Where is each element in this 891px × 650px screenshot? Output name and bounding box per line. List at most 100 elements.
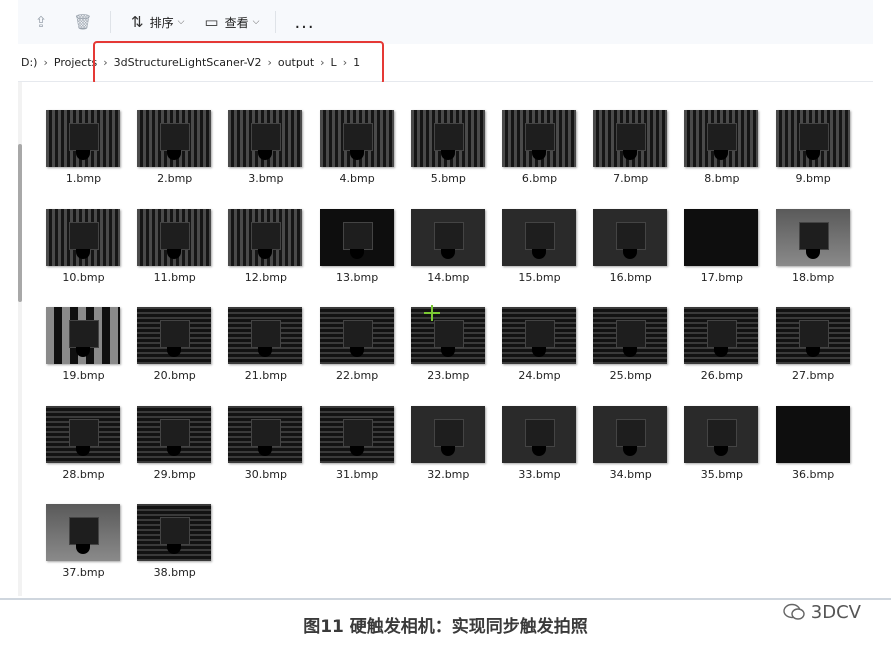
file-thumbnail	[228, 405, 303, 463]
monitor-stand	[623, 445, 638, 456]
file-item[interactable]: 38.bmp	[137, 504, 212, 584]
monitor-panel	[160, 320, 191, 348]
file-item[interactable]: 16.bmp	[593, 208, 668, 289]
file-item[interactable]: 4.bmp	[319, 110, 395, 190]
file-name: 6.bmp	[521, 172, 558, 185]
file-item[interactable]: 31.bmp	[319, 405, 395, 486]
monitor-panel	[616, 320, 647, 348]
file-thumbnail	[775, 110, 850, 167]
file-item[interactable]: 30.bmp	[228, 405, 303, 486]
monitor-stand	[76, 445, 90, 456]
file-item[interactable]: 1.bmp	[46, 110, 121, 190]
sort-button[interactable]: ⇅ 排序 ⌵	[123, 7, 192, 37]
file-item[interactable]: 3.bmp	[228, 110, 303, 190]
file-item[interactable]: 37.bmp	[46, 504, 121, 584]
file-item[interactable]: 28.bmp	[46, 405, 121, 486]
file-name: 25.bmp	[609, 369, 652, 382]
monitor-stand	[167, 544, 182, 554]
monitor-panel	[433, 123, 464, 151]
file-item[interactable]: 5.bmp	[410, 110, 486, 190]
file-name: 26.bmp	[700, 369, 743, 382]
monitor-stand	[623, 248, 638, 259]
scrollbar-thumb[interactable]	[18, 144, 22, 302]
file-item[interactable]: 17.bmp	[684, 208, 759, 289]
file-thumbnail	[684, 208, 759, 266]
monitor-panel	[160, 517, 191, 545]
file-item[interactable]: 20.bmp	[137, 307, 212, 387]
file-item[interactable]: 22.bmp	[319, 307, 395, 387]
file-name: 21.bmp	[244, 369, 287, 382]
file-name: 28.bmp	[62, 467, 105, 481]
file-name: 30.bmp	[244, 467, 287, 481]
file-item[interactable]: 33.bmp	[502, 405, 577, 486]
delete-button[interactable]: 🗑	[64, 7, 102, 37]
file-item[interactable]: 21.bmp	[228, 307, 303, 387]
monitor-stand	[167, 347, 182, 357]
file-thumbnail	[46, 405, 120, 463]
file-thumbnail	[502, 110, 576, 167]
monitor-stand	[623, 150, 638, 160]
file-item[interactable]: 18.bmp	[775, 208, 851, 289]
file-name: 3.bmp	[248, 172, 284, 185]
file-item[interactable]: 36.bmp	[775, 405, 851, 486]
file-item[interactable]: 11.bmp	[137, 208, 212, 289]
file-thumbnail	[228, 110, 303, 167]
monitor-panel	[251, 221, 282, 250]
file-item[interactable]: 12.bmp	[228, 208, 303, 289]
file-name: 1.bmp	[65, 172, 102, 185]
view-button[interactable]: ▭ 查看 ⌵	[196, 7, 267, 37]
file-item[interactable]: 25.bmp	[593, 307, 668, 387]
monitor-panel	[342, 320, 373, 348]
monitor-stand	[349, 445, 364, 456]
file-name: 2.bmp	[157, 172, 193, 185]
file-item[interactable]: 13.bmp	[319, 208, 395, 289]
file-item[interactable]: 19.bmp	[46, 307, 121, 387]
file-thumbnail	[410, 405, 485, 463]
file-item[interactable]: 8.bmp	[684, 110, 759, 190]
monitor-panel	[525, 418, 555, 447]
file-item[interactable]: 6.bmp	[502, 110, 577, 190]
file-item[interactable]: 29.bmp	[137, 405, 212, 486]
more-options-button[interactable]: ...	[288, 7, 322, 37]
file-thumbnail	[593, 307, 668, 364]
file-thumbnail	[684, 405, 759, 463]
file-name: 16.bmp	[609, 270, 652, 284]
file-thumbnail	[502, 307, 576, 364]
scrollbar-track[interactable]	[18, 82, 22, 596]
file-name: 5.bmp	[430, 172, 466, 185]
file-thumbnail	[502, 405, 576, 463]
file-item[interactable]: 23.bmp	[410, 307, 486, 387]
file-item[interactable]: 2.bmp	[137, 110, 212, 190]
file-name: 37.bmp	[62, 566, 105, 579]
watermark: 3DCV	[783, 600, 861, 624]
share-icon: ⇪	[34, 13, 48, 31]
monitor-stand	[805, 347, 820, 357]
monitor-panel	[707, 123, 738, 151]
monitor-stand	[167, 150, 182, 160]
file-item[interactable]: 27.bmp	[775, 307, 851, 387]
monitor-stand	[349, 248, 364, 259]
highlight-annotation-box	[93, 41, 384, 85]
breadcrumb-drive[interactable]: D:)	[18, 56, 40, 69]
file-thumbnail	[410, 110, 485, 167]
file-item[interactable]: 35.bmp	[684, 405, 759, 486]
file-item[interactable]: 32.bmp	[410, 405, 486, 486]
file-item[interactable]: 26.bmp	[684, 307, 759, 387]
monitor-stand	[440, 445, 455, 456]
share-button[interactable]: ⇪	[22, 7, 60, 37]
file-name: 11.bmp	[153, 270, 196, 284]
monitor-panel	[69, 418, 99, 447]
monitor-panel	[798, 320, 829, 348]
file-item[interactable]: 9.bmp	[775, 110, 851, 190]
file-item[interactable]: 14.bmp	[410, 208, 486, 289]
monitor-panel	[342, 123, 373, 151]
file-item[interactable]: 24.bmp	[502, 307, 577, 387]
file-thumbnail	[228, 208, 303, 266]
file-item[interactable]: 10.bmp	[46, 208, 121, 289]
monitor-stand	[714, 347, 729, 357]
monitor-stand	[258, 347, 273, 357]
file-item[interactable]: 34.bmp	[593, 405, 668, 486]
file-item[interactable]: 7.bmp	[593, 110, 668, 190]
file-name: 9.bmp	[795, 172, 831, 185]
file-item[interactable]: 15.bmp	[502, 208, 577, 289]
